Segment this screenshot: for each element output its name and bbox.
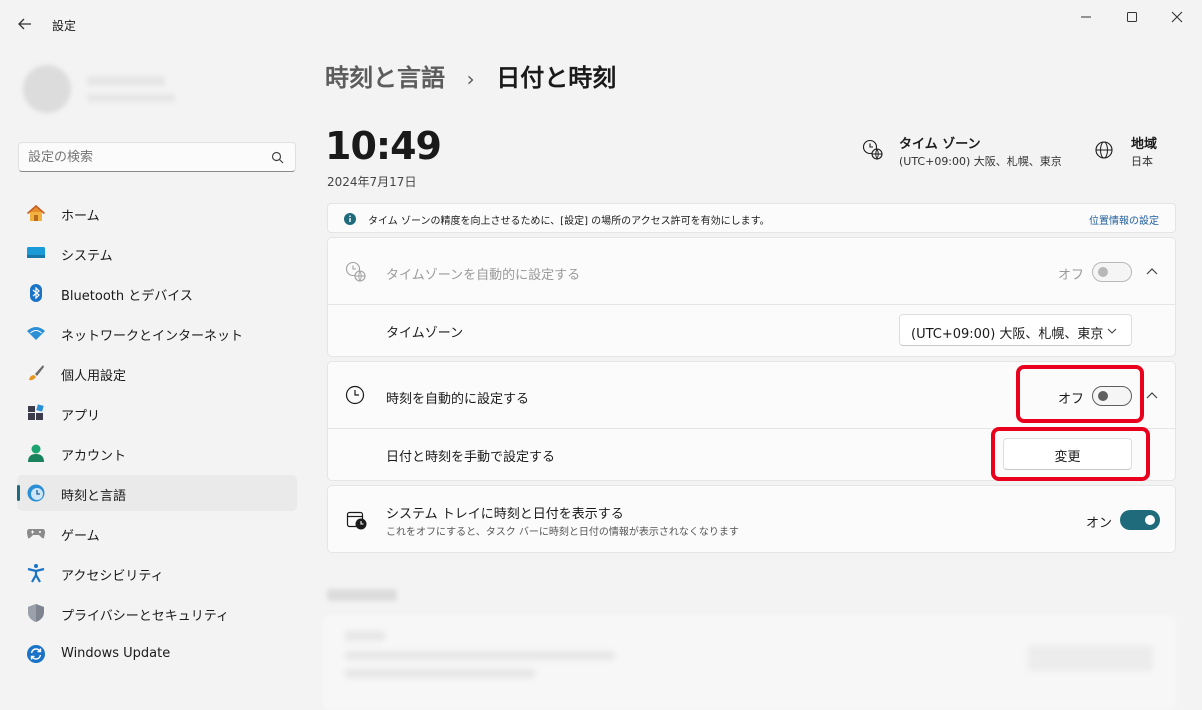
timezone-dropdown-value: (UTC+09:00) 大阪、札幌、東京 bbox=[911, 327, 1104, 342]
window-title: 設定 bbox=[52, 19, 77, 33]
timezone-row: タイムゾーン (UTC+09:00) 大阪、札幌、東京 bbox=[327, 305, 1176, 357]
sidebar-item-label: ホーム bbox=[61, 209, 100, 224]
shield-icon bbox=[28, 604, 44, 622]
breadcrumb-parent[interactable]: 時刻と言語 bbox=[325, 64, 445, 92]
sidebar-item-label: システム bbox=[61, 249, 113, 264]
back-button[interactable] bbox=[14, 14, 36, 34]
avatar bbox=[23, 65, 71, 113]
globe-icon bbox=[1095, 141, 1113, 159]
brush-icon bbox=[29, 365, 44, 381]
minimize-icon bbox=[1081, 16, 1091, 18]
sidebar-item-label: プライバシーとセキュリティ bbox=[61, 609, 229, 624]
tray-clock-state: オン bbox=[1086, 516, 1113, 531]
calendar-clock-icon bbox=[346, 511, 367, 530]
profile-subtitle bbox=[87, 94, 175, 102]
system-icon bbox=[27, 247, 45, 258]
bluetooth-icon bbox=[30, 284, 42, 302]
auto-time-label: 時刻を自動的に設定する bbox=[386, 392, 530, 407]
region-summary-title: 地域 bbox=[1131, 137, 1158, 152]
maximize-button[interactable] bbox=[1120, 8, 1144, 26]
auto-timezone-row: タイムゾーンを自動的に設定する オフ bbox=[327, 237, 1176, 305]
sidebar-item-label: 時刻と言語 bbox=[61, 489, 127, 504]
chevron-up-icon[interactable] bbox=[1145, 389, 1159, 403]
apps-icon bbox=[28, 404, 44, 420]
breadcrumb-separator: › bbox=[466, 67, 475, 91]
sidebar-item-home[interactable]: ホーム bbox=[17, 195, 297, 231]
timezone-dropdown[interactable]: (UTC+09:00) 大阪、札幌、東京 bbox=[899, 314, 1132, 346]
timezone-label: タイムゾーン bbox=[386, 326, 464, 341]
accessibility-icon bbox=[27, 564, 45, 583]
tray-clock-row: システム トレイに時刻と日付を表示する これをオフにすると、タスク バーに時刻と… bbox=[327, 485, 1176, 553]
sidebar-item-label: Bluetooth とデバイス bbox=[61, 289, 193, 304]
region-summary-value: 日本 bbox=[1131, 155, 1153, 168]
info-message: タイム ゾーンの精度を向上させるために、[設定] の場所のアクセス許可を有効にし… bbox=[368, 216, 770, 227]
sidebar-item-label: ネットワークとインターネット bbox=[61, 329, 244, 344]
current-time: 10:49 bbox=[325, 124, 442, 168]
sidebar-item-time-language[interactable]: 時刻と言語 bbox=[17, 475, 297, 511]
timezone-auto-icon bbox=[345, 261, 366, 283]
highlight-change-button bbox=[991, 427, 1150, 481]
profile-name bbox=[87, 76, 165, 86]
auto-timezone-label: タイムゾーンを自動的に設定する bbox=[386, 268, 581, 283]
search-icon bbox=[271, 151, 284, 164]
sidebar-item-system[interactable]: システム bbox=[17, 235, 297, 271]
timezone-globe-icon bbox=[862, 139, 883, 161]
close-icon bbox=[1171, 11, 1183, 23]
sidebar-item-bluetooth[interactable]: Bluetooth とデバイス bbox=[17, 275, 297, 311]
gamepad-icon bbox=[27, 529, 45, 539]
windows-update-icon bbox=[27, 645, 45, 663]
close-button[interactable] bbox=[1165, 8, 1189, 26]
tray-clock-label: システム トレイに時刻と日付を表示する bbox=[386, 507, 624, 522]
current-date: 2024年7月17日 bbox=[327, 175, 417, 189]
chevron-up-icon[interactable] bbox=[1145, 265, 1159, 279]
chevron-down-icon bbox=[1107, 328, 1117, 334]
highlight-auto-time-toggle bbox=[1016, 365, 1144, 423]
additional-settings-card bbox=[323, 615, 1176, 710]
sidebar-item-network[interactable]: ネットワークとインターネット bbox=[17, 315, 297, 351]
sidebar-item-accessibility[interactable]: アクセシビリティ bbox=[17, 555, 297, 591]
page-title: 日付と時刻 bbox=[496, 64, 617, 92]
section-heading bbox=[327, 589, 397, 601]
timezone-summary-title: タイム ゾーン bbox=[899, 137, 981, 152]
wifi-icon bbox=[27, 327, 45, 340]
sidebar-item-personalization[interactable]: 個人用設定 bbox=[17, 355, 297, 391]
time-language-icon bbox=[27, 484, 45, 502]
home-icon bbox=[26, 204, 46, 221]
account-icon bbox=[28, 444, 44, 462]
sidebar-item-apps[interactable]: アプリ bbox=[17, 395, 297, 431]
sidebar-item-label: ゲーム bbox=[61, 529, 100, 544]
back-arrow-icon bbox=[18, 18, 31, 30]
timezone-summary-value: (UTC+09:00) 大阪、札幌、東京 bbox=[899, 155, 1062, 168]
sidebar-item-label: 個人用設定 bbox=[61, 369, 127, 384]
breadcrumb: 時刻と言語 › 日付と時刻 bbox=[325, 58, 616, 92]
sidebar-item-accounts[interactable]: アカウント bbox=[17, 435, 297, 471]
sidebar-item-label: アプリ bbox=[61, 409, 101, 424]
sidebar-item-windows-update[interactable]: Windows Update bbox=[17, 636, 297, 672]
search-box[interactable] bbox=[18, 142, 296, 172]
info-icon bbox=[344, 213, 356, 225]
clock-icon bbox=[345, 385, 365, 405]
sidebar-item-label: Windows Update bbox=[61, 646, 171, 661]
search-input[interactable] bbox=[28, 148, 258, 166]
location-settings-link[interactable]: 位置情報の設定 bbox=[1089, 212, 1159, 227]
manual-time-label: 日付と時刻を手動で設定する bbox=[386, 450, 556, 465]
sidebar-item-label: アクセシビリティ bbox=[61, 569, 164, 584]
auto-timezone-state: オフ bbox=[1058, 268, 1085, 283]
tray-clock-description: これをオフにすると、タスク バーに時刻と日付の情報が表示されなくなります bbox=[386, 527, 739, 538]
auto-timezone-toggle[interactable] bbox=[1092, 262, 1132, 282]
maximize-icon bbox=[1127, 12, 1137, 22]
minimize-button[interactable] bbox=[1074, 8, 1098, 26]
location-info-bar: タイム ゾーンの精度を向上させるために、[設定] の場所のアクセス許可を有効にし… bbox=[327, 203, 1176, 233]
sidebar-item-privacy[interactable]: プライバシーとセキュリティ bbox=[17, 595, 297, 631]
tray-clock-toggle[interactable] bbox=[1120, 510, 1160, 530]
sidebar-item-gaming[interactable]: ゲーム bbox=[17, 515, 297, 551]
sidebar-item-label: アカウント bbox=[61, 449, 127, 464]
